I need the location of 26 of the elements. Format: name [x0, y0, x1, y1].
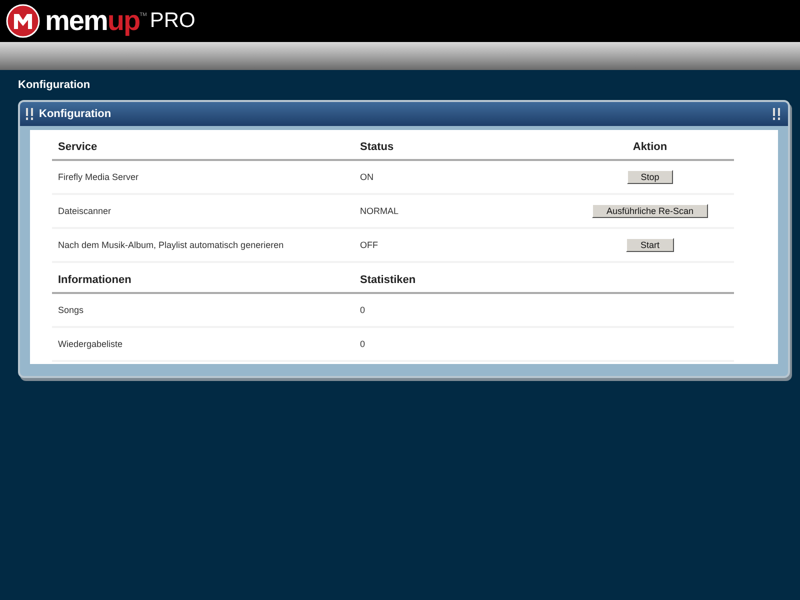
- service-status: OFF: [350, 228, 560, 262]
- page-title: Konfiguration: [18, 79, 92, 93]
- edition-label: PRO: [150, 9, 196, 33]
- service-name: Dateiscanner: [52, 194, 350, 228]
- action-button[interactable]: Stop: [626, 170, 674, 184]
- action-button[interactable]: Start: [626, 238, 674, 252]
- grip-icon: [26, 108, 35, 120]
- grip-icon: [773, 108, 782, 120]
- column-header: Service: [52, 130, 350, 160]
- logo-icon: [6, 4, 40, 38]
- logo-text: up: [107, 7, 140, 35]
- panel-title: Konfiguration: [39, 108, 112, 120]
- info-label: Wiedergabeliste: [52, 327, 350, 361]
- info-value: 0: [350, 293, 560, 327]
- service-status: NORMAL: [350, 194, 560, 228]
- info-label: Songs: [52, 293, 350, 327]
- service-status: ON: [350, 160, 560, 194]
- column-header: Aktion: [560, 130, 734, 160]
- logo-text: mem: [45, 7, 108, 35]
- service-name: Firefly Media Server: [52, 160, 350, 194]
- info-value: 0: [350, 327, 560, 361]
- column-header: Informationen: [52, 262, 350, 293]
- service-name: Nach dem Musik-Album, Playlist automatisch generieren: [52, 228, 350, 262]
- column-header: Status: [350, 130, 560, 160]
- action-button[interactable]: Ausführliche Re-Scan: [592, 204, 708, 218]
- column-header: Statistiken: [350, 262, 560, 293]
